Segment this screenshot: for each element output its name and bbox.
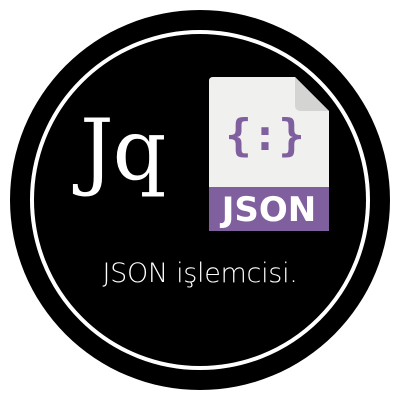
circle-badge bbox=[10, 10, 390, 390]
jq-monogram: Jq bbox=[80, 101, 166, 199]
logo-canvas: Jq {:} JSON JSON işlemcisi. bbox=[0, 0, 400, 400]
braces-glyph: {:} bbox=[225, 110, 304, 161]
caption-text: JSON işlemcisi. bbox=[102, 258, 298, 289]
json-file-icon: {:} JSON bbox=[209, 77, 329, 231]
file-label-text: JSON bbox=[220, 190, 317, 230]
file-fold bbox=[295, 77, 329, 111]
